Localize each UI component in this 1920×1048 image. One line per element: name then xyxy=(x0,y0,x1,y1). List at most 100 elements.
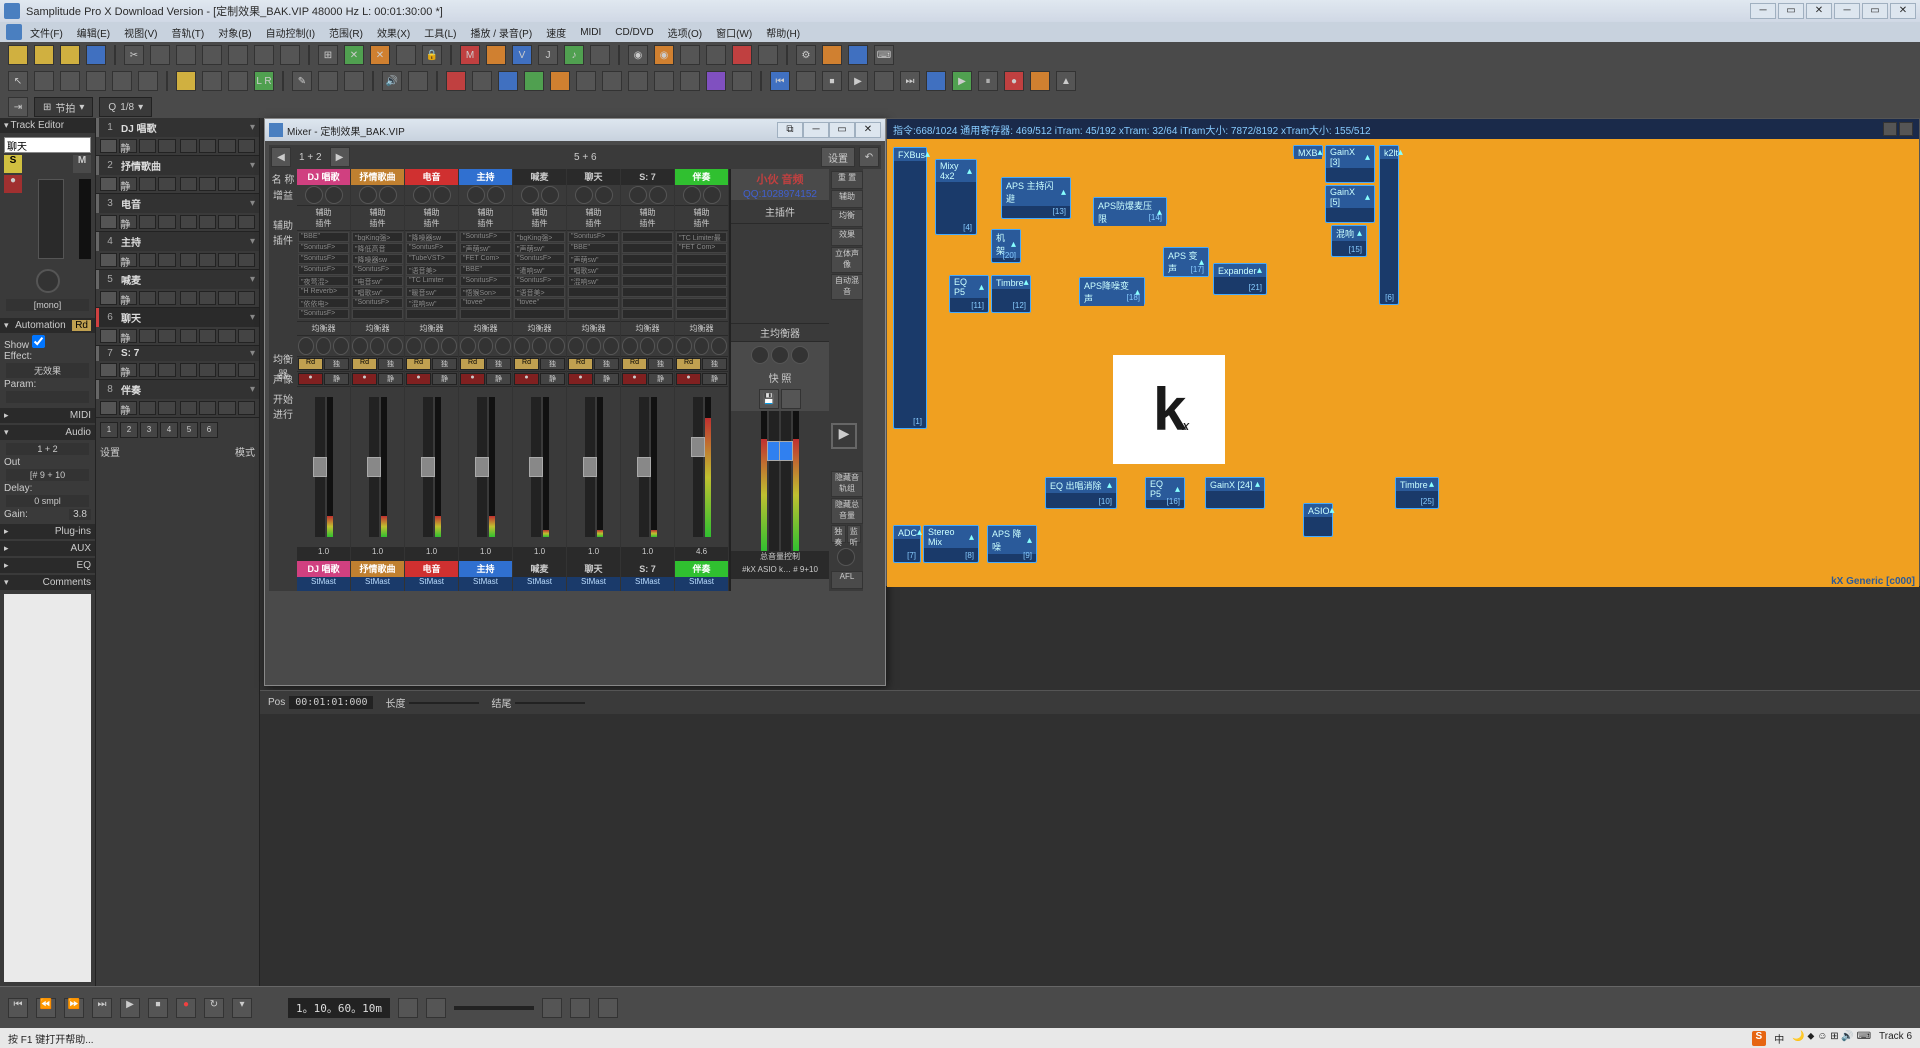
track-mon-button[interactable]: 静 xyxy=(119,215,136,229)
channel-name[interactable]: 聊天 xyxy=(567,169,620,185)
track-row[interactable]: 7 S: 7 ▾ 静 xyxy=(96,346,259,380)
kx-node-arrow-icon[interactable]: ▴ xyxy=(1061,187,1066,198)
minimize-button[interactable]: ─ xyxy=(1750,3,1776,19)
menu-effect[interactable]: 效果(X) xyxy=(371,23,416,42)
insert-slot[interactable]: "混响sw" xyxy=(568,276,619,286)
toolbar-m-icon[interactable]: M xyxy=(460,45,480,65)
insert-slot[interactable]: "SonitusF> xyxy=(298,243,349,253)
gain-knob[interactable] xyxy=(359,186,377,204)
track-vol-button[interactable] xyxy=(180,253,197,267)
input-knob[interactable] xyxy=(703,186,721,204)
mute-button[interactable]: 静 xyxy=(702,373,727,385)
insert-slot[interactable]: "BBE" xyxy=(568,243,619,253)
mixer-play-button[interactable]: ▶ xyxy=(831,423,857,449)
transport-stop-icon[interactable]: ⏹ xyxy=(822,71,842,91)
insert-slot[interactable] xyxy=(676,265,727,275)
toolbar-cd-icon[interactable]: ◉ xyxy=(628,45,648,65)
insert-slot[interactable]: "降噪器sw xyxy=(352,254,403,264)
track-rec-button[interactable] xyxy=(100,177,117,191)
track-fx-button[interactable] xyxy=(238,177,255,191)
track-expand-icon[interactable]: ▾ xyxy=(250,348,255,359)
insert-slot[interactable]: "唱歌sw" xyxy=(568,265,619,275)
toolbar-lock-icon[interactable]: 🔒 xyxy=(422,45,442,65)
volume-fader[interactable] xyxy=(38,179,64,259)
tool-range-icon[interactable] xyxy=(34,71,54,91)
insert-slot[interactable]: "唱歌sw" xyxy=(352,287,403,297)
transport-play2-icon[interactable]: ▶ xyxy=(952,71,972,91)
insert-slot[interactable] xyxy=(406,309,457,319)
insert-slot[interactable]: "声萌sw" xyxy=(568,254,619,264)
kx-node-title[interactable]: ASIO▴ xyxy=(1304,504,1332,517)
transport-start-icon[interactable]: ⏮ xyxy=(770,71,790,91)
kx-node[interactable]: MXB▴ xyxy=(1293,145,1323,157)
mute-button[interactable]: 静 xyxy=(486,373,511,385)
show-checkbox[interactable] xyxy=(32,335,45,348)
track-solo-button[interactable] xyxy=(139,139,156,153)
kx-node-title[interactable]: Mixy 4x2▴ xyxy=(936,160,976,182)
tool-drum-icon[interactable] xyxy=(344,71,364,91)
insert-slot[interactable] xyxy=(676,254,727,264)
track-vol-button[interactable] xyxy=(180,139,197,153)
track-solo-button[interactable] xyxy=(139,215,156,229)
tool-pitch-icon[interactable] xyxy=(138,71,158,91)
scrub-slider[interactable] xyxy=(454,1006,534,1010)
tool-speaker-icon[interactable]: 🔊 xyxy=(382,71,402,91)
kx-node-arrow-icon[interactable]: ▴ xyxy=(1365,152,1370,163)
kx-node[interactable]: GainX [5]▴ xyxy=(1325,185,1375,223)
tool-curve-icon[interactable] xyxy=(60,71,80,91)
insert-slot[interactable]: "FET Com> xyxy=(676,243,727,253)
trans-play-icon[interactable]: ▶ xyxy=(120,998,140,1018)
insert-slot[interactable] xyxy=(622,232,673,242)
solo-button[interactable]: 独 xyxy=(594,358,619,370)
eq-knob[interactable] xyxy=(406,337,422,355)
insert-slot[interactable]: "SonitusF> xyxy=(514,276,565,286)
tlf-4[interactable]: 4 xyxy=(160,422,178,438)
effect-2-icon[interactable] xyxy=(472,71,492,91)
menu-object[interactable]: 对象(B) xyxy=(212,23,257,42)
time-display[interactable]: 1。10。60。10m xyxy=(288,998,390,1018)
channel-name-bottom[interactable]: 伴奏 xyxy=(675,561,728,577)
kx-node[interactable]: 混响▴[15] xyxy=(1331,225,1367,257)
insert-slot[interactable] xyxy=(676,276,727,286)
rec-arm-button[interactable]: ● xyxy=(460,373,485,385)
kx-node-title[interactable]: Timbre▴ xyxy=(1396,478,1438,491)
trans-click-icon[interactable] xyxy=(542,998,562,1018)
track-name-input[interactable] xyxy=(4,137,91,153)
insert-slot[interactable]: "BBE" xyxy=(460,265,511,275)
track-pan-button[interactable] xyxy=(199,329,216,343)
toolbar-undo-icon[interactable] xyxy=(254,45,274,65)
length-value[interactable] xyxy=(409,702,479,704)
tlf-5[interactable]: 5 xyxy=(180,422,198,438)
toolbar-cd2-icon[interactable]: ◉ xyxy=(654,45,674,65)
track-rec-button[interactable] xyxy=(100,215,117,229)
comments-box[interactable] xyxy=(4,594,91,982)
track-rd-button[interactable] xyxy=(218,401,235,415)
kx-node[interactable]: ADC▴[7] xyxy=(893,525,921,563)
toolbar-monitor-icon[interactable] xyxy=(822,45,842,65)
toolbar-gear-icon[interactable]: ⚙ xyxy=(796,45,816,65)
track-vol-button[interactable] xyxy=(180,215,197,229)
insert-slot[interactable]: "TC Limiter最大化" xyxy=(676,232,727,242)
track-lock-button[interactable] xyxy=(158,401,175,415)
mixer-settings-button[interactable]: 设置 xyxy=(821,147,855,167)
rec-arm-button[interactable]: ● xyxy=(622,373,647,385)
effect-1-icon[interactable] xyxy=(446,71,466,91)
track-fx-button[interactable] xyxy=(238,363,255,377)
side-auto[interactable]: 自动混音 xyxy=(831,274,863,300)
track-lock-button[interactable] xyxy=(158,363,175,377)
master-knob[interactable] xyxy=(751,346,769,364)
menu-automation[interactable]: 自动控制(I) xyxy=(260,23,321,42)
track-vol-button[interactable] xyxy=(180,177,197,191)
mixer-max-icon[interactable]: ▭ xyxy=(829,122,855,138)
rd-button[interactable]: Rd xyxy=(514,358,539,370)
insert-slot[interactable]: "SonitusF> xyxy=(352,265,403,275)
mute-button[interactable]: 静 xyxy=(324,373,349,385)
kx-node[interactable]: APS降噪变声▴[18] xyxy=(1079,277,1145,305)
channel-name[interactable]: 抒情歌曲 xyxy=(351,169,404,185)
input-knob[interactable] xyxy=(325,186,343,204)
channel-fader[interactable] xyxy=(639,397,649,537)
kx-node-arrow-icon[interactable]: ▴ xyxy=(1330,505,1335,516)
mixer-min-icon[interactable]: ─ xyxy=(803,122,829,138)
snap-grid-dropdown[interactable]: ⊞节拍▾ xyxy=(34,97,93,117)
transport-marker-icon[interactable]: ▲ xyxy=(1056,71,1076,91)
